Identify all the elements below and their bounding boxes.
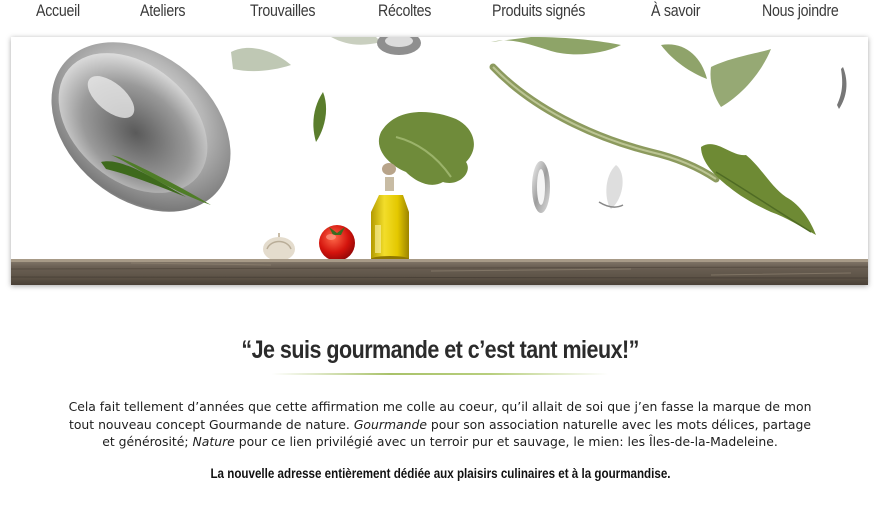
mixing-bowl-icon (51, 42, 231, 212)
tagline: La nouvelle adresse entièrement dédiée a… (209, 466, 671, 481)
nav-a-savoir[interactable]: À savoir (651, 2, 700, 21)
wooden-table-icon (11, 259, 868, 285)
main-nav: Accueil Ateliers Trouvailles Récoltes Pr… (0, 0, 880, 30)
nav-nous-joindre[interactable]: Nous joindre (762, 2, 839, 21)
nav-recoltes[interactable]: Récoltes (378, 2, 431, 21)
hero-banner (11, 37, 868, 285)
nav-trouvailles[interactable]: Trouvailles (250, 2, 316, 21)
emphasis-gourmande: Gourmande (353, 416, 427, 432)
intro-quote: “Je suis gourmande et c’est tant mieux!” (241, 336, 639, 364)
quote-divider (272, 373, 608, 375)
garlic-icon (263, 233, 295, 261)
spoon-icon (532, 161, 624, 213)
intro-paragraph: Cela fait tellement d’années que cette a… (68, 399, 812, 449)
nav-produits-signes[interactable]: Produits signés (492, 2, 585, 21)
emphasis-nature: Nature (192, 434, 235, 449)
tomato-icon (319, 225, 355, 261)
olive-oil-bottle-icon (371, 163, 409, 262)
hero-illustration (11, 37, 868, 285)
nav-ateliers[interactable]: Ateliers (140, 2, 186, 21)
nav-accueil[interactable]: Accueil (36, 2, 80, 21)
